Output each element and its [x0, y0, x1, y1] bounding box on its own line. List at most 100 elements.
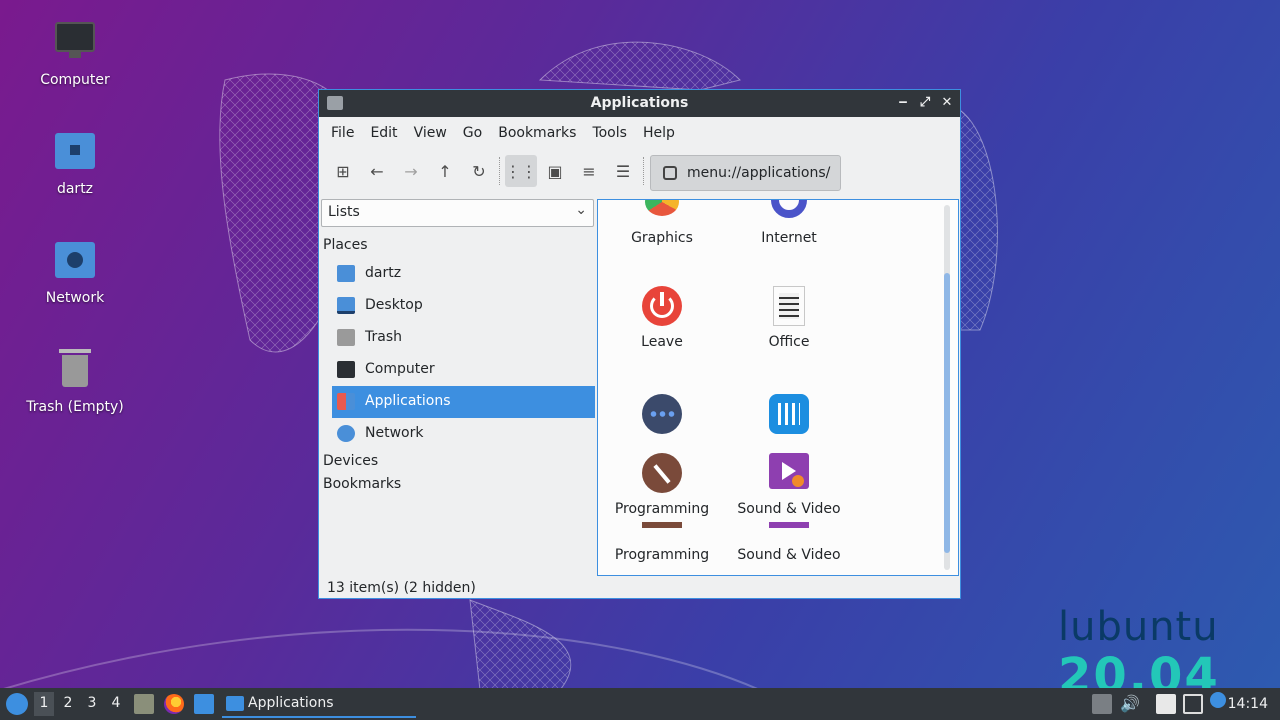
- sidebar-item-label: Desktop: [365, 297, 423, 313]
- reload-icon[interactable]: ↻: [463, 155, 495, 187]
- menu-help[interactable]: Help: [635, 118, 683, 148]
- workspace-1[interactable]: 1: [34, 692, 54, 716]
- clipboard-icon[interactable]: [1156, 694, 1176, 714]
- office-icon: [768, 286, 810, 328]
- sidebar-item-label: Computer: [365, 361, 435, 377]
- compact-view-icon[interactable]: ≡: [573, 155, 605, 187]
- search-icon: [663, 166, 677, 180]
- taskbar: 1 2 3 4 Applications 🔊 14:14: [0, 688, 1280, 720]
- app-office[interactable]: Office: [725, 286, 853, 350]
- graphics-icon: [641, 200, 683, 224]
- bookmarks-heading[interactable]: Bookmarks: [323, 476, 401, 492]
- desktop-icon: [337, 297, 355, 314]
- maximize-button[interactable]: ⤢: [916, 94, 934, 112]
- side-pane-mode-select[interactable]: Lists ⌄: [321, 199, 594, 227]
- monitor-icon: [337, 361, 355, 378]
- minimize-button[interactable]: ‒: [894, 94, 912, 112]
- file-manager-window: Applications ‒ ⤢ ✕ File Edit View Go Boo…: [318, 89, 961, 599]
- network-status-icon[interactable]: [1183, 694, 1203, 714]
- sidebar-item-trash[interactable]: Trash: [332, 322, 595, 354]
- app-label: Leave: [641, 334, 683, 350]
- icon-view-icon[interactable]: ⋮⋮: [505, 155, 537, 187]
- workspace-3[interactable]: 3: [82, 695, 102, 711]
- sidebar-item-label: Trash: [365, 329, 402, 345]
- app-programming[interactable]: Programming: [598, 522, 726, 572]
- toolbar: ⊞ ← → ↑ ↻ ⋮⋮ ▣ ≡ ☰: [319, 152, 960, 192]
- media-icon: [768, 453, 810, 495]
- menu-file[interactable]: File: [323, 118, 362, 148]
- update-notifier-icon[interactable]: [1210, 692, 1226, 708]
- desktop-icon-label: Trash (Empty): [26, 399, 124, 415]
- home-folder-icon: [337, 265, 355, 282]
- sidebar-item-applications[interactable]: Applications: [332, 386, 595, 418]
- desktop-icon-label: Computer: [40, 72, 110, 88]
- app-settings[interactable]: [725, 394, 853, 442]
- workspace-2[interactable]: 2: [58, 695, 78, 711]
- status-bar: 13 item(s) (2 hidden): [327, 580, 476, 596]
- app-sound-video[interactable]: Sound & Video: [725, 453, 853, 517]
- thumbnail-view-icon[interactable]: ▣: [539, 155, 571, 187]
- firefox-icon[interactable]: [164, 694, 184, 714]
- internet-icon: [768, 200, 810, 224]
- task-button-applications[interactable]: Applications: [222, 690, 416, 718]
- media-icon: [768, 522, 810, 528]
- path-text: menu://applications/: [687, 165, 831, 181]
- file-view[interactable]: Graphics Internet Leave Office Programmi…: [597, 199, 959, 576]
- tray-expand-icon[interactable]: [1092, 694, 1112, 714]
- menu-edit[interactable]: Edit: [362, 118, 405, 148]
- app-internet[interactable]: Internet: [725, 200, 853, 246]
- sidebar-item-network[interactable]: Network: [332, 418, 595, 450]
- applications-icon: [337, 393, 355, 410]
- network-folder-icon: [51, 236, 99, 284]
- file-manager-icon[interactable]: [194, 694, 214, 714]
- sidebar-item-label: dartz: [365, 265, 402, 281]
- app-label: Programming: [614, 547, 710, 563]
- desktop-icon-computer[interactable]: Computer: [15, 18, 135, 88]
- app-leave[interactable]: Leave: [598, 286, 726, 350]
- forward-icon[interactable]: →: [395, 155, 427, 187]
- trash-icon: [51, 345, 99, 393]
- path-bar[interactable]: menu://applications/: [650, 155, 842, 191]
- volume-icon[interactable]: 🔊: [1120, 694, 1140, 714]
- desktop-icon-trash[interactable]: Trash (Empty): [15, 345, 135, 415]
- app-programming[interactable]: Programming: [598, 453, 726, 517]
- side-pane-mode-value: Lists: [328, 204, 360, 220]
- app-sound-video[interactable]: Sound & Video: [725, 522, 853, 572]
- workspace-4[interactable]: 4: [106, 695, 126, 711]
- devices-heading[interactable]: Devices: [323, 453, 378, 469]
- window-title: Applications: [590, 95, 689, 111]
- places-heading[interactable]: Places: [323, 237, 368, 253]
- detailed-list-view-icon[interactable]: ☰: [607, 155, 639, 187]
- desktop-icon-network[interactable]: Network: [15, 236, 135, 306]
- close-button[interactable]: ✕: [938, 94, 956, 112]
- brand-logo: lubuntu: [1058, 604, 1219, 650]
- sidebar-item-computer[interactable]: Computer: [332, 354, 595, 386]
- show-desktop-icon[interactable]: [134, 694, 154, 714]
- menu-view[interactable]: View: [406, 118, 455, 148]
- up-icon[interactable]: ↑: [429, 155, 461, 187]
- sidebar: Places dartz Desktop Trash Computer Appl…: [319, 233, 596, 573]
- sidebar-item-desktop[interactable]: Desktop: [332, 290, 595, 322]
- app-other[interactable]: [598, 394, 726, 442]
- desktop-icon-dartz[interactable]: dartz: [15, 127, 135, 197]
- app-label: Sound & Video: [737, 501, 841, 517]
- hammer-icon: [641, 453, 683, 495]
- sidebar-item-label: Network: [365, 425, 424, 441]
- app-label: Sound & Video: [737, 547, 841, 563]
- sidebar-item-dartz[interactable]: dartz: [332, 258, 595, 290]
- network-icon: [337, 425, 355, 442]
- new-tab-icon[interactable]: ⊞: [327, 155, 359, 187]
- chevron-down-icon: ⌄: [575, 202, 587, 218]
- app-graphics[interactable]: Graphics: [598, 200, 726, 246]
- scrollbar-thumb[interactable]: [944, 273, 950, 553]
- app-label: Office: [768, 334, 810, 350]
- app-label: Internet: [761, 230, 817, 246]
- clock[interactable]: 14:14: [1228, 696, 1268, 712]
- vertical-scrollbar[interactable]: [944, 205, 950, 570]
- menu-go[interactable]: Go: [455, 118, 490, 148]
- menu-tools[interactable]: Tools: [584, 118, 635, 148]
- title-bar[interactable]: Applications ‒ ⤢ ✕: [319, 90, 960, 117]
- lubuntu-menu-icon[interactable]: [6, 693, 28, 715]
- back-icon[interactable]: ←: [361, 155, 393, 187]
- menu-bookmarks[interactable]: Bookmarks: [490, 118, 584, 148]
